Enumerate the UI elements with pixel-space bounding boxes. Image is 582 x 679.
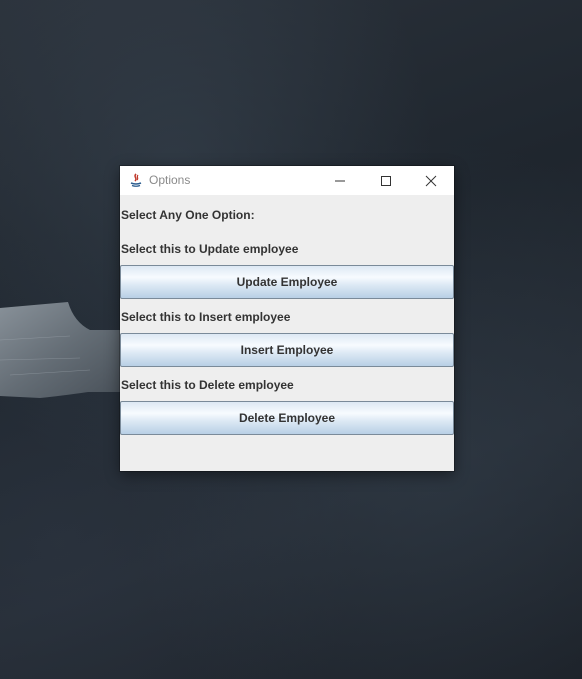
- title-bar[interactable]: Options: [120, 166, 454, 195]
- wallpaper-blade-image: [0, 302, 130, 398]
- window-title: Options: [149, 173, 191, 187]
- maximize-button[interactable]: [363, 166, 409, 195]
- maximize-icon: [381, 175, 391, 186]
- insert-employee-button[interactable]: Insert Employee: [120, 333, 454, 367]
- delete-label: Select this to Delete employee: [121, 378, 294, 392]
- update-employee-button[interactable]: Update Employee: [120, 265, 454, 299]
- options-panel: Select Any One Option: Select this to Up…: [120, 195, 454, 471]
- heading-label: Select Any One Option:: [121, 208, 255, 222]
- minimize-icon: [335, 180, 345, 181]
- delete-employee-button[interactable]: Delete Employee: [120, 401, 454, 435]
- update-label: Select this to Update employee: [121, 242, 299, 256]
- close-button[interactable]: [408, 166, 454, 195]
- minimize-button[interactable]: [317, 166, 363, 195]
- java-app-icon: [128, 172, 144, 188]
- insert-label: Select this to Insert employee: [121, 310, 291, 324]
- options-window: Options Select Any One Option: Select th…: [120, 166, 454, 471]
- close-icon: [425, 175, 437, 186]
